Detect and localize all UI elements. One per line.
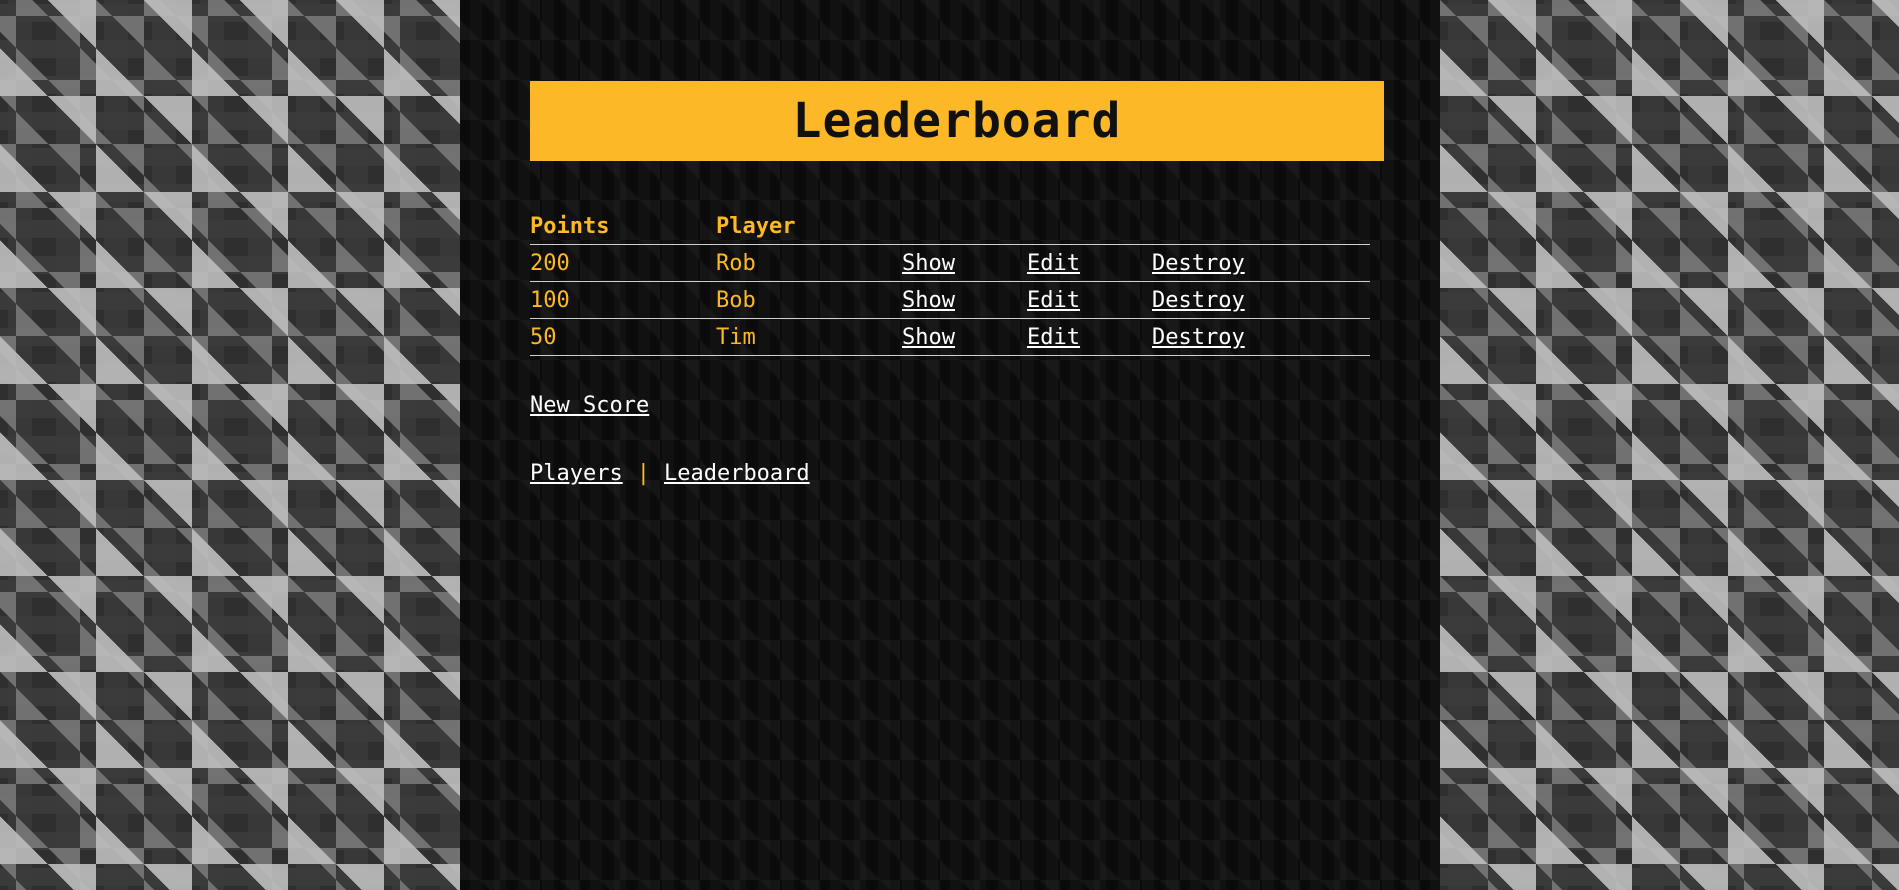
show-link[interactable]: Show: [902, 325, 955, 350]
table-header-row: Points Player: [530, 210, 1370, 245]
main-panel: Leaderboard Points Player 200 Rob Show E…: [460, 0, 1440, 890]
nav-separator: |: [636, 461, 650, 486]
footer-nav: Players | Leaderboard: [530, 461, 810, 486]
players-link[interactable]: Players: [530, 461, 623, 486]
points-cell: 200: [530, 244, 716, 282]
new-score-container: New Score: [530, 393, 649, 418]
edit-cell: Edit: [1027, 244, 1152, 282]
player-cell: Tim: [716, 318, 902, 356]
edit-cell: Edit: [1027, 318, 1152, 356]
edit-cell: Edit: [1027, 281, 1152, 319]
destroy-link[interactable]: Destroy: [1152, 251, 1245, 276]
player-cell: Rob: [716, 244, 902, 282]
edit-link[interactable]: Edit: [1027, 325, 1080, 350]
show-link[interactable]: Show: [902, 251, 955, 276]
show-link[interactable]: Show: [902, 288, 955, 313]
scores-table: Points Player 200 Rob Show Edit Destroy …: [530, 210, 1370, 356]
edit-link[interactable]: Edit: [1027, 288, 1080, 313]
player-column-header: Player: [716, 210, 902, 245]
blank-column-header: [902, 210, 1027, 245]
show-cell: Show: [902, 244, 1027, 282]
table-row: 100 Bob Show Edit Destroy: [530, 281, 1370, 319]
show-cell: Show: [902, 318, 1027, 356]
edit-link[interactable]: Edit: [1027, 251, 1080, 276]
blank-column-header: [1152, 210, 1370, 245]
table-row: 200 Rob Show Edit Destroy: [530, 244, 1370, 282]
points-column-header: Points: [530, 210, 716, 245]
points-cell: 50: [530, 318, 716, 356]
table-row: 50 Tim Show Edit Destroy: [530, 318, 1370, 356]
leaderboard-link[interactable]: Leaderboard: [664, 461, 810, 486]
destroy-link[interactable]: Destroy: [1152, 325, 1245, 350]
new-score-link[interactable]: New Score: [530, 393, 649, 418]
show-cell: Show: [902, 281, 1027, 319]
page-header: Leaderboard: [530, 81, 1384, 161]
destroy-cell: Destroy: [1152, 318, 1370, 356]
destroy-cell: Destroy: [1152, 244, 1370, 282]
player-cell: Bob: [716, 281, 902, 319]
points-cell: 100: [530, 281, 716, 319]
blank-column-header: [1027, 210, 1152, 245]
page-title: Leaderboard: [792, 93, 1122, 149]
destroy-link[interactable]: Destroy: [1152, 288, 1245, 313]
destroy-cell: Destroy: [1152, 281, 1370, 319]
